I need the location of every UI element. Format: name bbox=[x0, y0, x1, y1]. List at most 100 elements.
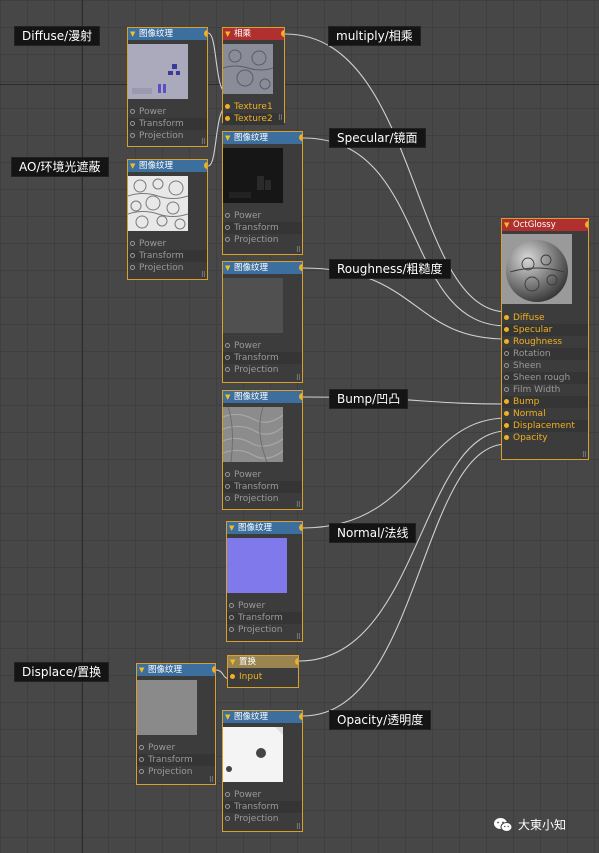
port-displacement[interactable]: Displacement bbox=[502, 420, 588, 432]
port-power[interactable]: Power bbox=[128, 106, 207, 118]
collapse-triangle-icon[interactable]: ▼ bbox=[225, 711, 230, 723]
port-projection[interactable]: Projection bbox=[137, 766, 215, 778]
port-dot[interactable] bbox=[225, 343, 230, 348]
port-power[interactable]: Power bbox=[137, 742, 215, 754]
output-port-dot[interactable] bbox=[295, 658, 298, 665]
port-dot[interactable] bbox=[504, 435, 509, 440]
port-dot[interactable] bbox=[225, 804, 230, 809]
port-dot[interactable] bbox=[225, 816, 230, 821]
port-dot[interactable] bbox=[504, 411, 509, 416]
output-port-dot[interactable] bbox=[299, 264, 302, 271]
port-dot[interactable] bbox=[225, 484, 230, 489]
port-power[interactable]: Power bbox=[128, 238, 207, 250]
collapse-triangle-icon[interactable]: ▼ bbox=[225, 262, 230, 274]
image-texture-node-normal[interactable]: ▼ 图像纹理 Power Transform Projection ⠿ bbox=[226, 521, 303, 642]
port-dot[interactable] bbox=[225, 213, 230, 218]
collapse-triangle-icon[interactable]: ▼ bbox=[229, 522, 234, 534]
port-dot[interactable] bbox=[229, 627, 234, 632]
port-dot[interactable] bbox=[225, 116, 230, 121]
port-projection[interactable]: Projection bbox=[223, 364, 302, 376]
port-dot[interactable] bbox=[230, 674, 235, 679]
port-projection[interactable]: Projection bbox=[223, 234, 302, 246]
port-dot[interactable] bbox=[225, 792, 230, 797]
port-projection[interactable]: Projection bbox=[223, 493, 302, 505]
port-dot[interactable] bbox=[130, 265, 135, 270]
port-power[interactable]: Power bbox=[223, 210, 302, 222]
port-dot[interactable] bbox=[225, 237, 230, 242]
port-dot[interactable] bbox=[225, 367, 230, 372]
port-diffuse[interactable]: Diffuse bbox=[502, 312, 588, 324]
port-texture1[interactable]: Texture1 bbox=[223, 101, 284, 113]
port-roughness[interactable]: Roughness bbox=[502, 336, 588, 348]
port-projection[interactable]: Projection bbox=[223, 813, 302, 825]
port-dot[interactable] bbox=[139, 757, 144, 762]
resize-handle-icon[interactable]: ⠿ bbox=[296, 824, 301, 831]
multiply-node[interactable]: ▼ 相乘 Texture1 Texture2 ⠿ bbox=[222, 27, 285, 125]
image-texture-node-bump[interactable]: ▼ 图像纹理 Power Transform Projection ⠿ bbox=[222, 390, 303, 510]
output-port-dot[interactable] bbox=[299, 713, 302, 720]
port-power[interactable]: Power bbox=[223, 469, 302, 481]
image-texture-node-roughness[interactable]: ▼ 图像纹理 Power Transform Projection ⠿ bbox=[222, 261, 303, 383]
port-dot[interactable] bbox=[504, 399, 509, 404]
resize-handle-icon[interactable]: ⠿ bbox=[296, 634, 301, 641]
port-power[interactable]: Power bbox=[223, 789, 302, 801]
port-opacity[interactable]: Opacity bbox=[502, 432, 588, 444]
port-dot[interactable] bbox=[504, 351, 509, 356]
resize-handle-icon[interactable]: ⠿ bbox=[296, 375, 301, 382]
port-transform[interactable]: Transform bbox=[128, 250, 207, 262]
port-transform[interactable]: Transform bbox=[227, 612, 302, 624]
port-sheen-rough[interactable]: Sheen rough bbox=[502, 372, 588, 384]
port-transform[interactable]: Transform bbox=[223, 801, 302, 813]
collapse-triangle-icon[interactable]: ▼ bbox=[225, 391, 230, 403]
port-bump[interactable]: Bump bbox=[502, 396, 588, 408]
resize-handle-icon[interactable]: ⠿ bbox=[582, 452, 587, 459]
output-port-dot[interactable] bbox=[585, 221, 588, 228]
collapse-triangle-icon[interactable]: ▼ bbox=[225, 28, 230, 40]
output-port-dot[interactable] bbox=[281, 30, 284, 37]
image-texture-node-ao[interactable]: ▼ 图像纹理 Power Transform Projection ⠿ bbox=[127, 159, 208, 280]
port-dot[interactable] bbox=[225, 225, 230, 230]
port-rotation[interactable]: Rotation bbox=[502, 348, 588, 360]
port-dot[interactable] bbox=[225, 104, 230, 109]
port-projection[interactable]: Projection bbox=[128, 130, 207, 142]
resize-handle-icon[interactable]: ⠿ bbox=[201, 139, 206, 146]
port-dot[interactable] bbox=[130, 133, 135, 138]
output-port-dot[interactable] bbox=[204, 30, 207, 37]
collapse-triangle-icon[interactable]: ▼ bbox=[225, 132, 230, 144]
port-transform[interactable]: Transform bbox=[223, 222, 302, 234]
resize-handle-icon[interactable]: ⠿ bbox=[201, 272, 206, 279]
collapse-triangle-icon[interactable]: ▼ bbox=[130, 28, 135, 40]
port-input[interactable]: Input bbox=[228, 671, 298, 683]
port-dot[interactable] bbox=[504, 375, 509, 380]
port-specular[interactable]: Specular bbox=[502, 324, 588, 336]
image-texture-node-displace[interactable]: ▼ 图像纹理 Power Transform Projection ⠿ bbox=[136, 663, 216, 785]
port-dot[interactable] bbox=[504, 387, 509, 392]
port-dot[interactable] bbox=[139, 769, 144, 774]
port-transform[interactable]: Transform bbox=[137, 754, 215, 766]
port-dot[interactable] bbox=[225, 472, 230, 477]
output-port-dot[interactable] bbox=[299, 134, 302, 141]
output-port-dot[interactable] bbox=[299, 524, 302, 531]
port-transform[interactable]: Transform bbox=[223, 352, 302, 364]
resize-handle-icon[interactable]: ⠿ bbox=[209, 777, 214, 784]
collapse-triangle-icon[interactable]: ▼ bbox=[130, 160, 135, 172]
port-projection[interactable]: Projection bbox=[128, 262, 207, 274]
octglossy-material-node[interactable]: ▼ OctGlossy Diffuse Specular Roughness Ro… bbox=[501, 218, 589, 460]
resize-handle-icon[interactable]: ⠿ bbox=[278, 115, 283, 122]
port-dot[interactable] bbox=[130, 241, 135, 246]
image-texture-node-specular[interactable]: ▼ 图像纹理 Power Transform Projection ⠿ bbox=[222, 131, 303, 255]
port-power[interactable]: Power bbox=[227, 600, 302, 612]
port-projection[interactable]: Projection bbox=[227, 624, 302, 636]
image-texture-node-diffuse[interactable]: ▼ 图像纹理 Power Transform Projection ⠿ bbox=[127, 27, 208, 147]
displacement-node[interactable]: ▼ 置换 Input bbox=[227, 655, 299, 688]
port-dot[interactable] bbox=[504, 363, 509, 368]
port-dot[interactable] bbox=[504, 423, 509, 428]
port-dot[interactable] bbox=[229, 615, 234, 620]
port-texture2[interactable]: Texture2 bbox=[223, 113, 284, 125]
port-normal[interactable]: Normal bbox=[502, 408, 588, 420]
port-transform[interactable]: Transform bbox=[128, 118, 207, 130]
port-dot[interactable] bbox=[225, 355, 230, 360]
port-dot[interactable] bbox=[130, 109, 135, 114]
collapse-triangle-icon[interactable]: ▼ bbox=[230, 656, 235, 668]
port-film-width[interactable]: Film Width bbox=[502, 384, 588, 396]
